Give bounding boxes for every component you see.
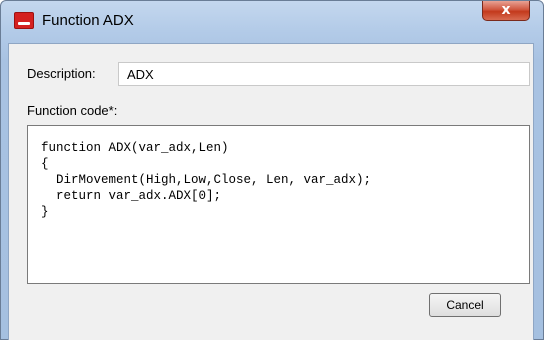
description-label: Description: <box>27 66 96 81</box>
close-button[interactable]: x <box>482 1 530 21</box>
title-bar[interactable]: Function ADX x <box>1 1 543 45</box>
cancel-button[interactable]: Cancel <box>429 293 501 317</box>
description-input[interactable] <box>118 62 530 86</box>
app-logo-icon <box>14 12 34 29</box>
function-code-editor[interactable]: function ADX(var_adx,Len) { DirMovement(… <box>27 125 530 284</box>
window-title: Function ADX <box>42 12 134 29</box>
function-code-label: Function code*: <box>27 103 118 118</box>
